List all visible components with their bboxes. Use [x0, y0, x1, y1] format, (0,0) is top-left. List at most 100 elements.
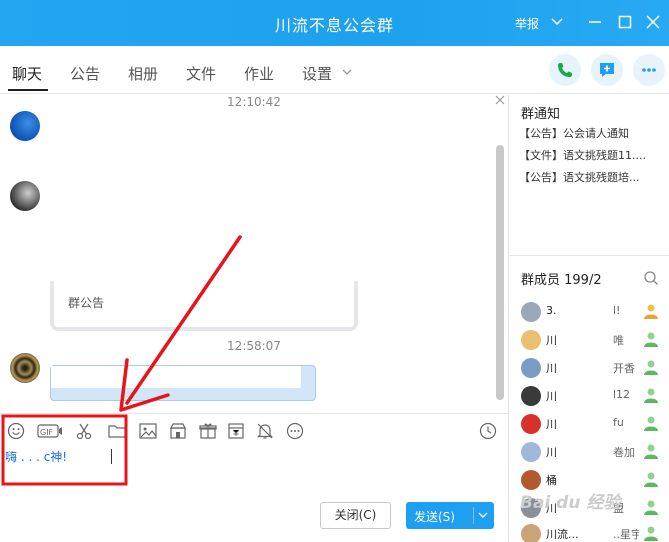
tab-files[interactable]: 文件 — [186, 63, 216, 84]
scrollbar[interactable] — [496, 145, 504, 400]
member-item[interactable]: 川 l12 — [509, 384, 669, 408]
members-title: 群成员 199/2 — [521, 273, 602, 288]
phone-icon — [558, 63, 572, 77]
avatar[interactable] — [10, 181, 40, 211]
menu-dots-icon — [642, 68, 656, 72]
member-person-icon — [644, 416, 658, 431]
member-extra: l! — [613, 304, 621, 317]
clock-icon[interactable] — [479, 422, 497, 440]
member-person-icon — [644, 444, 658, 459]
member-person-icon — [644, 472, 658, 487]
notice-item[interactable]: 【文件】语文挑残题11.... — [519, 147, 669, 163]
member-name: 川 — [546, 362, 557, 375]
text-caret — [111, 449, 112, 464]
announcement-card[interactable]: 群公告 — [50, 281, 358, 331]
member-item[interactable]: 川 卷加 — [509, 440, 669, 464]
member-person-icon — [644, 304, 658, 319]
notice-title: 群通知 — [521, 107, 561, 122]
shop-icon[interactable] — [168, 421, 188, 441]
chevron-down-icon[interactable] — [551, 17, 563, 27]
member-extra: fu — [613, 416, 624, 429]
gif-icon[interactable]: GIF — [37, 421, 63, 441]
card-label: 群公告 — [68, 296, 105, 310]
avatar — [521, 470, 541, 490]
tab-settings[interactable]: 设置 — [302, 63, 332, 84]
bubble-redacted — [51, 366, 301, 388]
active-tab-indicator — [8, 89, 48, 91]
close-icon[interactable] — [646, 15, 660, 29]
member-extra: l12 — [613, 388, 631, 401]
scissors-icon[interactable] — [74, 421, 94, 441]
chevron-down-icon[interactable] — [342, 68, 352, 76]
bell-icon[interactable] — [255, 421, 275, 441]
member-person-icon — [644, 388, 658, 403]
search-icon[interactable] — [643, 270, 659, 286]
member-item[interactable]: 3. l! — [509, 300, 669, 324]
avatar — [521, 414, 541, 434]
input-divider — [0, 413, 508, 414]
member-extra: 开香 — [613, 362, 635, 375]
tab-bar: 聊天 公告 相册 文件 作业 设置 — [0, 46, 669, 94]
message-bubble[interactable] — [50, 365, 316, 401]
member-person-icon — [644, 360, 658, 375]
avatar — [521, 386, 541, 406]
member-item[interactable]: 川流... ..星宇 — [509, 522, 669, 542]
message-timestamp: 12:58:07 — [227, 339, 281, 353]
send-button[interactable]: 发送(S) — [406, 502, 494, 529]
send-button-separator — [473, 507, 474, 524]
member-item[interactable]: 川 唯 — [509, 328, 669, 352]
member-name: 桶 — [546, 474, 557, 487]
member-extra: 卷加 — [613, 446, 635, 459]
folder-icon[interactable] — [107, 421, 127, 441]
member-person-icon — [644, 500, 658, 515]
member-name: 川 — [546, 390, 557, 403]
notice-item[interactable]: 【公告】公会请人通知 — [519, 125, 669, 141]
avatar — [521, 358, 541, 378]
tab-announcements[interactable]: 公告 — [70, 63, 100, 84]
calendar-icon[interactable] — [226, 421, 246, 441]
tab-homework[interactable]: 作业 — [244, 63, 274, 84]
member-name: 川流... — [546, 528, 579, 541]
tab-chat[interactable]: 聊天 — [12, 63, 42, 84]
image-icon[interactable] — [138, 421, 158, 441]
member-item[interactable]: 川 开香 — [509, 356, 669, 380]
add-chat-icon — [600, 63, 614, 77]
emoji-icon[interactable] — [6, 421, 26, 441]
member-item[interactable]: 川 fu — [509, 412, 669, 436]
member-name: 3. — [546, 304, 557, 317]
add-chat-button[interactable] — [591, 54, 623, 86]
panel-separator — [509, 255, 669, 256]
message-timestamp: 12:10:42 — [227, 95, 281, 109]
member-name: 川 — [546, 334, 557, 347]
report-button[interactable]: 举报 — [515, 15, 539, 32]
voice-call-button[interactable] — [549, 54, 581, 86]
more-options-button[interactable] — [633, 54, 665, 86]
watermark: Bai du 经验 — [520, 493, 621, 513]
send-button-label: 发送(S) — [414, 510, 455, 524]
svg-text:GIF: GIF — [40, 428, 54, 437]
chevron-down-icon[interactable] — [478, 511, 488, 519]
gift-icon[interactable] — [198, 421, 218, 441]
message-input[interactable]: 嗨 . . . c神! — [5, 448, 305, 466]
window-title: 川流不息公会群 — [274, 16, 394, 35]
notice-item[interactable]: 【公告】语文挑残题培... — [519, 169, 669, 185]
member-extra: ..星宇 — [613, 528, 639, 541]
member-person-icon — [644, 332, 658, 347]
close-icon[interactable] — [495, 95, 505, 105]
minimize-icon[interactable] — [588, 15, 602, 29]
more-icon[interactable] — [285, 421, 305, 441]
title-bar: 川流不息公会群 举报 — [0, 0, 669, 46]
close-button[interactable]: 关闭(C) — [320, 502, 391, 529]
tab-album[interactable]: 相册 — [128, 63, 158, 84]
member-extra: 唯 — [613, 334, 624, 347]
member-person-icon — [644, 526, 658, 541]
maximize-icon[interactable] — [618, 15, 632, 29]
avatar[interactable] — [10, 111, 40, 141]
chat-messages[interactable]: 12:10:42 群公告 12:58:07 — [0, 95, 508, 413]
avatar[interactable] — [10, 353, 40, 383]
member-name: 川 — [546, 418, 557, 431]
avatar — [521, 442, 541, 462]
avatar — [521, 302, 541, 322]
avatar — [521, 524, 541, 542]
member-name: 川 — [546, 446, 557, 459]
